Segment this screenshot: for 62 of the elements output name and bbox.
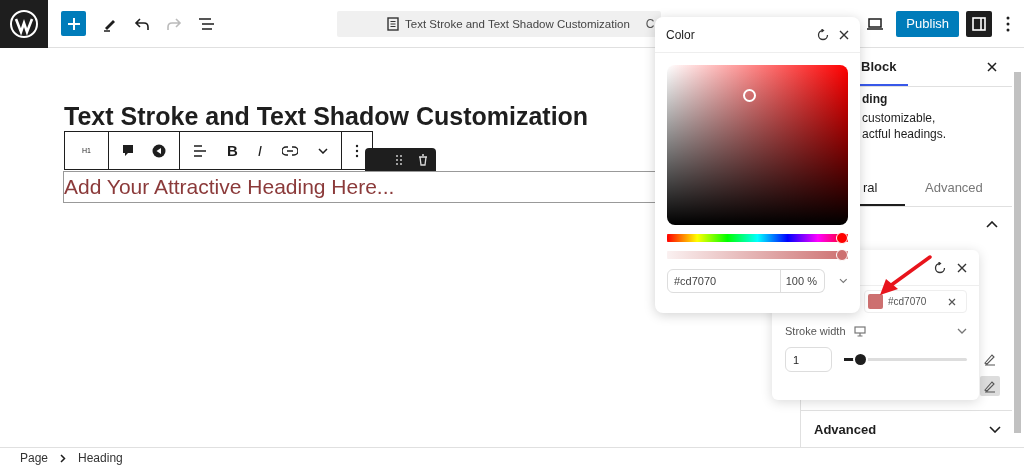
close-icon[interactable] <box>839 29 849 40</box>
advanced-section-toggle[interactable]: Advanced <box>801 410 1012 447</box>
alpha-thumb[interactable] <box>836 249 848 261</box>
block-description: actful headings. <box>862 126 948 142</box>
block-name: ding <box>862 91 889 107</box>
stroke-width-input[interactable]: 1 <box>785 347 832 372</box>
drag-handle-icon[interactable] <box>396 154 402 165</box>
wordpress-logo[interactable] <box>0 0 48 48</box>
clear-icon[interactable] <box>948 297 956 306</box>
more-options-icon[interactable] <box>354 143 359 158</box>
publish-button[interactable]: Publish <box>896 10 959 37</box>
block-description: customizable, <box>862 110 937 126</box>
undo-icon[interactable] <box>134 16 150 31</box>
document-title-bar[interactable]: Text Stroke and Text Shadow Customization C <box>337 10 661 37</box>
slider-thumb[interactable] <box>855 354 867 365</box>
plus-icon <box>66 16 81 31</box>
hue-slider[interactable] <box>667 232 848 244</box>
panel-tab[interactable]: Advanced <box>905 170 997 206</box>
add-block-button[interactable] <box>61 11 86 36</box>
play-circle-icon[interactable] <box>151 143 166 158</box>
laptop-icon[interactable] <box>866 17 885 30</box>
popover-title: Color <box>666 27 695 42</box>
hue-thumb[interactable] <box>836 232 848 244</box>
reset-icon[interactable] <box>817 28 829 41</box>
color-value-field[interactable]: #cd7070 <box>864 290 967 313</box>
picker-handle[interactable] <box>743 89 756 102</box>
italic-button[interactable]: I <box>257 142 262 159</box>
settings-toggle-button[interactable] <box>966 10 992 37</box>
chevron-up-icon[interactable] <box>986 221 998 228</box>
align-left-icon[interactable] <box>192 144 207 157</box>
chevron-right-icon <box>60 453 67 463</box>
stroke-width-label: Stroke width <box>785 325 846 337</box>
pencil-icon[interactable] <box>983 352 997 366</box>
breadcrumb-item[interactable]: Heading <box>78 451 123 465</box>
pencil-icon <box>983 379 997 393</box>
pencil-button[interactable] <box>980 376 1000 396</box>
document-icon <box>387 16 399 31</box>
heading-block-text: Add Your Attractive Heading Here... <box>64 175 395 199</box>
reset-icon[interactable] <box>934 261 946 274</box>
shortcut-hint: C <box>645 16 655 31</box>
alpha-slider[interactable] <box>667 249 848 261</box>
chevron-icon <box>989 425 1001 433</box>
chevron-down-icon[interactable] <box>317 147 328 154</box>
options-icon[interactable] <box>1006 15 1010 32</box>
color-swatch[interactable] <box>868 294 883 309</box>
close-icon[interactable] <box>957 262 967 273</box>
document-title: Text Stroke and Text Shadow Customization <box>405 17 630 30</box>
monitor-icon[interactable] <box>853 325 866 337</box>
breadcrumb-item[interactable]: Page <box>20 451 49 465</box>
scrollbar[interactable] <box>1014 72 1021 433</box>
sidebar-icon <box>972 16 986 31</box>
trash-icon[interactable] <box>418 153 428 166</box>
alpha-input[interactable]: 100 % <box>779 269 826 293</box>
post-heading: Text Stroke and Text Shadow Customization <box>64 102 590 130</box>
close-icon[interactable] <box>987 62 997 72</box>
annotation-arrow <box>880 255 932 295</box>
list-view-icon[interactable] <box>198 16 216 31</box>
speech-bubble-icon[interactable] <box>121 144 134 157</box>
bold-button[interactable]: B <box>226 142 238 159</box>
saturation-picker[interactable] <box>667 65 848 225</box>
hex-input[interactable]: #cd7070 <box>667 269 781 293</box>
link-icon[interactable] <box>281 145 298 156</box>
